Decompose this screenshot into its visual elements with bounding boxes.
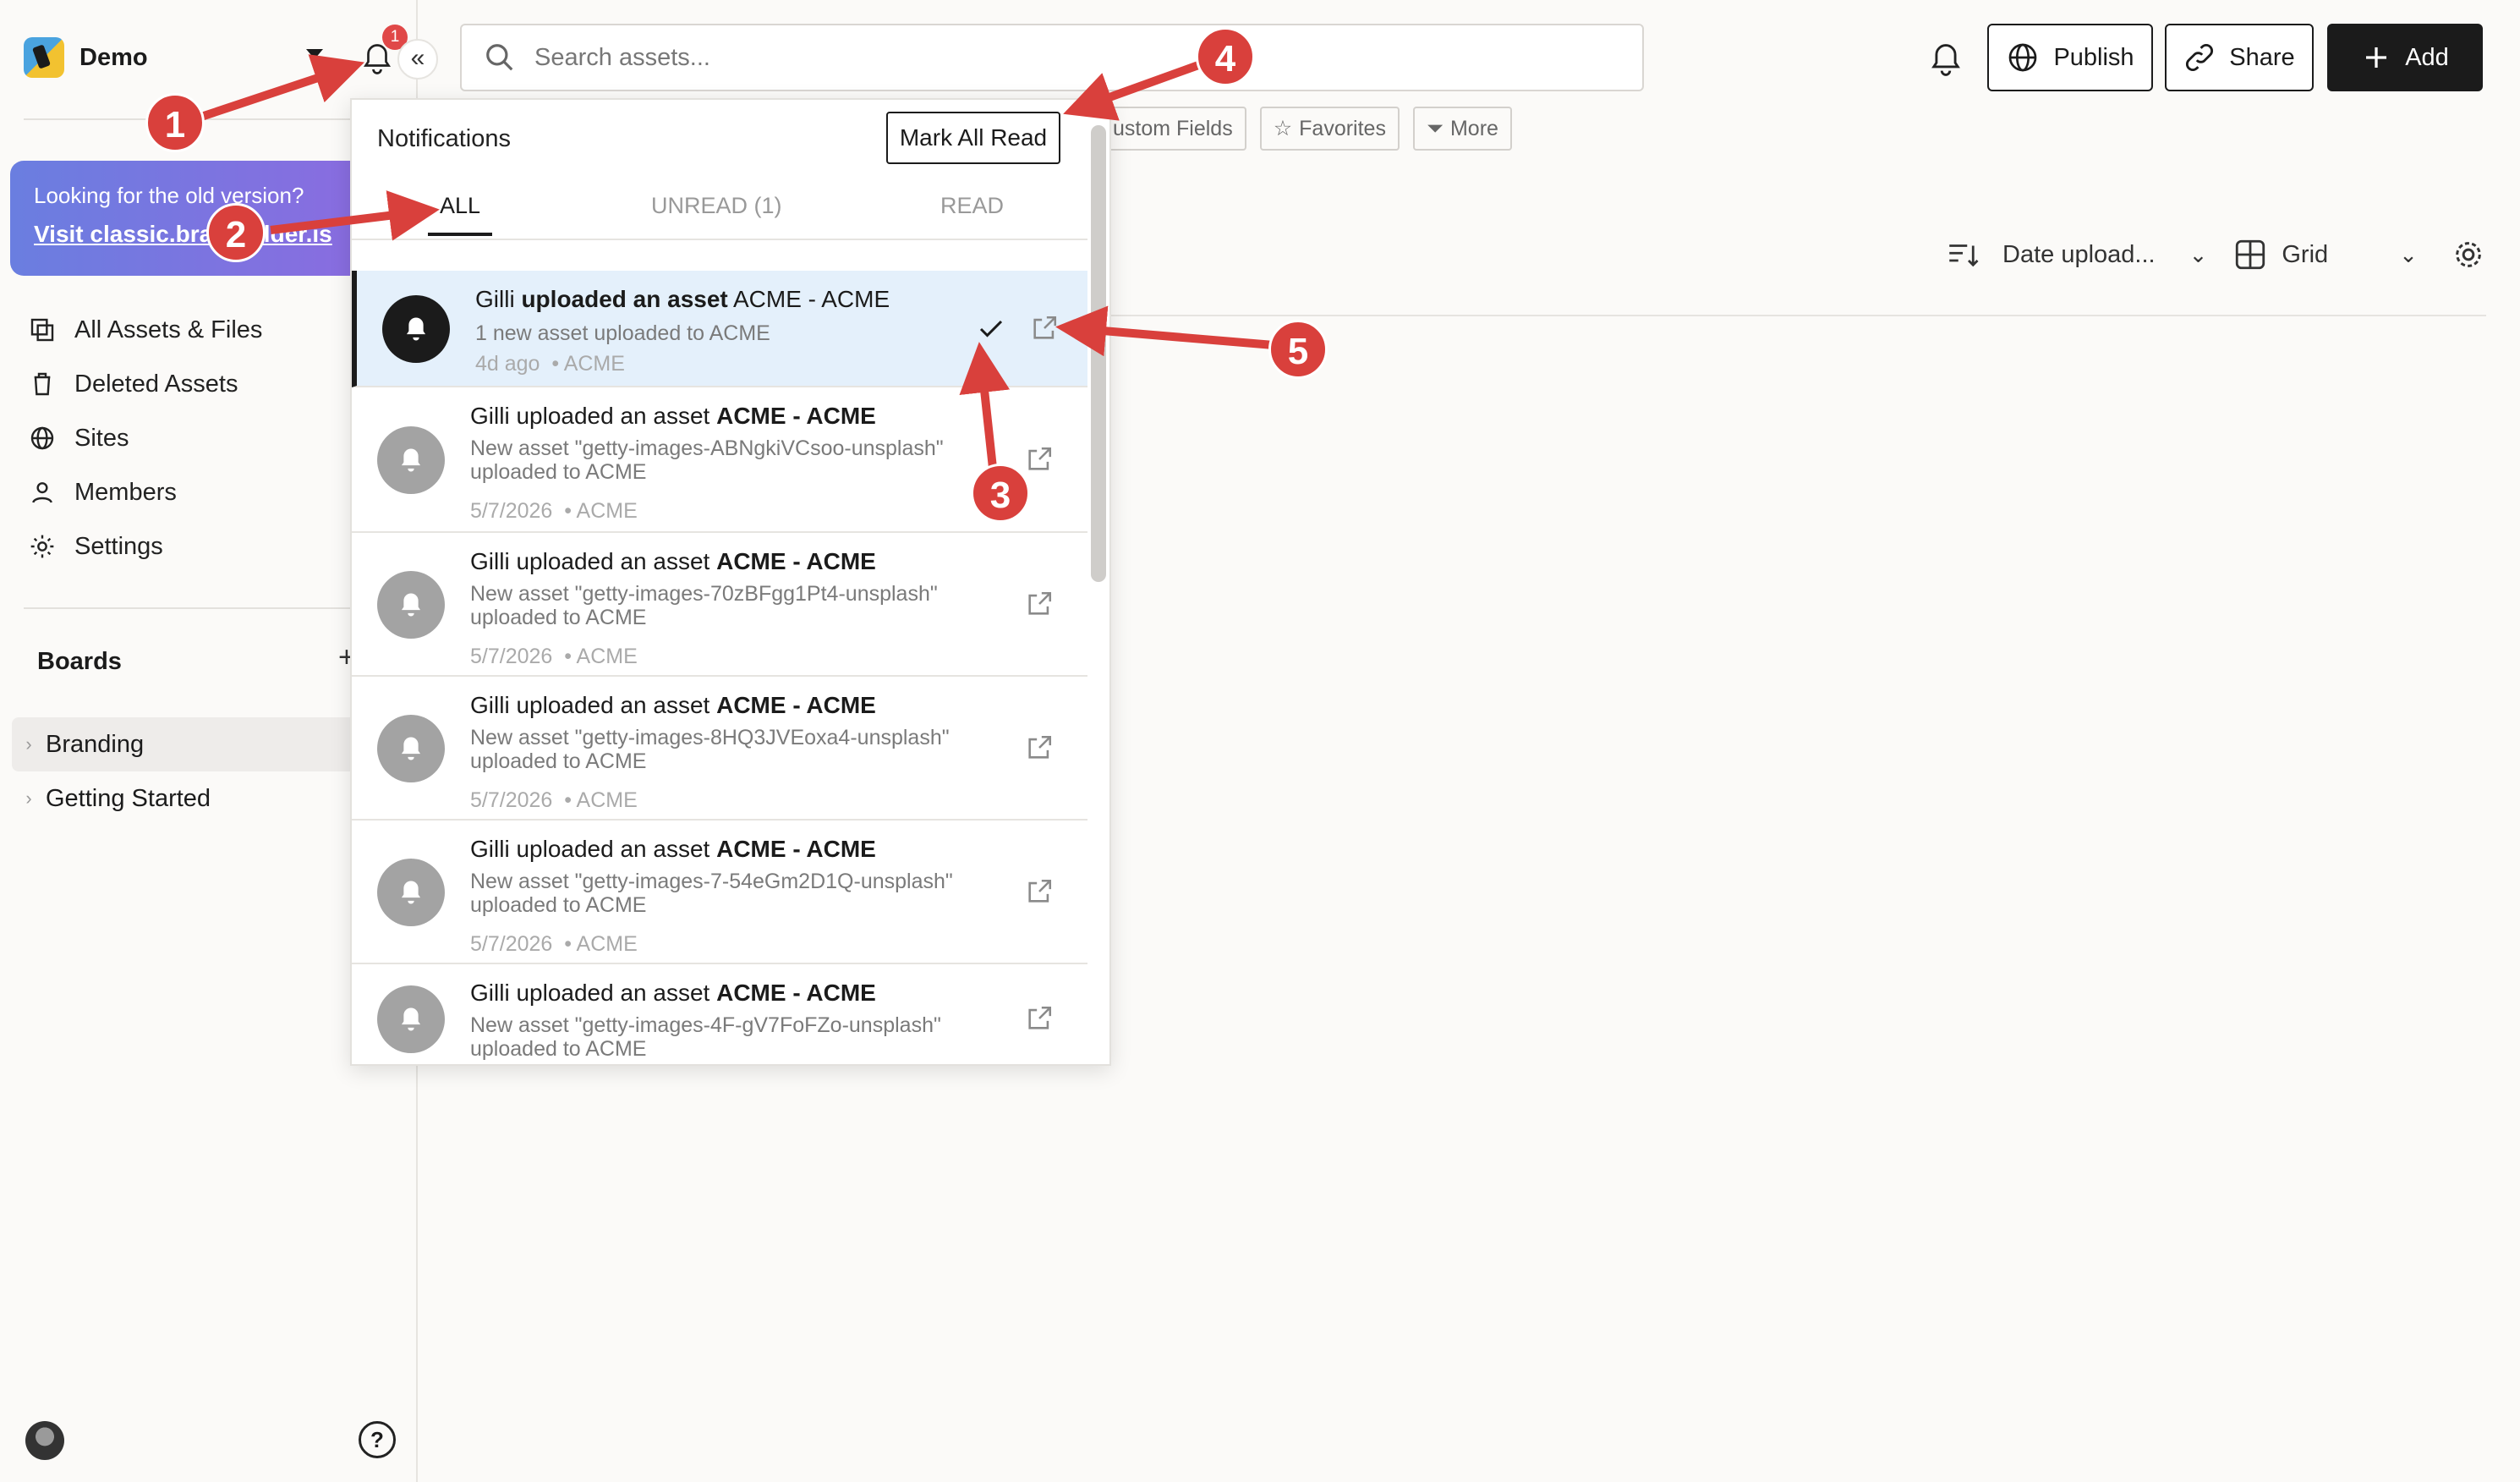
annotation-4: 4 — [1196, 27, 1255, 86]
annotation-arrow — [270, 190, 440, 241]
annotation-1: 1 — [145, 93, 205, 152]
annotation-arrow — [200, 54, 364, 121]
annotation-5: 5 — [1268, 320, 1328, 379]
annotation-arrow — [1063, 60, 1202, 121]
annotation-arrow — [1055, 305, 1274, 357]
annotation-3: 3 — [971, 464, 1030, 523]
annotation-overlay — [200, 54, 1274, 500]
annotation-2: 2 — [206, 203, 266, 262]
